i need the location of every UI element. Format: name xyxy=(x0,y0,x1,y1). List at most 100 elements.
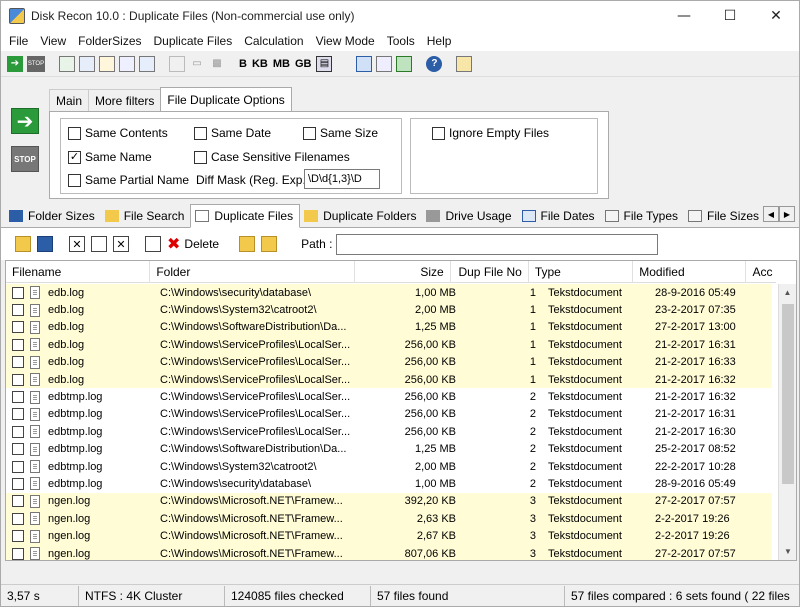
help-icon[interactable]: ? xyxy=(426,55,443,72)
stop-button[interactable]: STOP xyxy=(11,146,39,172)
table-row[interactable]: edb.log C:\Windows\System32\catroot2\ 2,00… xyxy=(6,301,772,319)
row-checkbox[interactable] xyxy=(12,286,24,299)
export-icon[interactable] xyxy=(59,55,75,72)
row-checkbox[interactable] xyxy=(12,460,24,473)
select-all-icon[interactable] xyxy=(91,236,107,252)
checkbox-box[interactable] xyxy=(68,173,81,187)
ignore-empty-checkbox[interactable]: Ignore Empty Files xyxy=(432,126,549,140)
column-type[interactable]: Type xyxy=(529,261,634,283)
table-row[interactable]: edbtmp.log C:\Windows\security\database\ 1… xyxy=(6,475,772,492)
column-modified[interactable]: Modified xyxy=(633,261,747,283)
auto-unit-icon[interactable]: ▤ xyxy=(316,55,333,72)
copy-files-icon[interactable] xyxy=(145,236,161,252)
column-filename[interactable]: Filename xyxy=(6,261,151,283)
open-folder-icon[interactable] xyxy=(15,236,31,252)
column-size[interactable]: Size xyxy=(355,261,451,283)
checkbox-box[interactable] xyxy=(194,150,207,164)
checkbox-box[interactable] xyxy=(194,126,207,140)
scroll-right-icon[interactable]: ▶ xyxy=(779,206,795,222)
table-row[interactable]: edb.log C:\Windows\ServiceProfiles\LocalS… xyxy=(6,370,772,389)
delete-button[interactable]: ✖ Delete xyxy=(167,234,219,254)
checkbox-box[interactable]: ✓ xyxy=(68,150,81,164)
case-sensitive-checkbox[interactable]: Case Sensitive Filenames xyxy=(194,150,350,164)
tab-drive-usage[interactable]: Drive Usage xyxy=(422,205,517,227)
menu-tools[interactable]: Tools xyxy=(381,34,421,48)
same-size-checkbox[interactable]: Same Size xyxy=(303,126,378,140)
row-checkbox[interactable] xyxy=(12,321,24,334)
menu-view-mode[interactable]: View Mode xyxy=(310,34,381,48)
table-row[interactable]: ngen.log C:\Windows\Microsoft.NET\Framew.… xyxy=(6,544,772,560)
table-row[interactable]: edb.log C:\Windows\ServiceProfiles\LocalS… xyxy=(6,353,772,371)
tab-file-types[interactable]: File Types xyxy=(601,205,684,227)
export-html-icon[interactable] xyxy=(79,55,95,72)
table-row[interactable]: edbtmp.log C:\Windows\ServiceProfiles\Loc… xyxy=(6,406,772,423)
menu-view[interactable]: View xyxy=(34,34,72,48)
same-date-checkbox[interactable]: Same Date xyxy=(194,126,271,140)
column-accessed[interactable]: Acc xyxy=(746,261,776,283)
column-folder[interactable]: Folder xyxy=(150,261,355,283)
tab-file-dates[interactable]: File Dates xyxy=(518,205,601,227)
export-text-icon[interactable] xyxy=(99,55,115,72)
menu-file[interactable]: File xyxy=(3,34,34,48)
table-row[interactable]: edb.log C:\Windows\security\database\ 1,00… xyxy=(6,284,772,302)
menu-duplicate-files[interactable]: Duplicate Files xyxy=(148,34,239,48)
same-partial-name-checkbox[interactable]: Same Partial Name xyxy=(68,173,189,187)
tab-duplicate-folders[interactable]: Duplicate Folders xyxy=(300,205,422,227)
vertical-scrollbar[interactable]: ▲ ▼ xyxy=(778,284,796,560)
row-checkbox[interactable] xyxy=(12,373,24,386)
start-icon[interactable]: ➔ xyxy=(7,55,23,72)
tab-file-duplicate-options[interactable]: File Duplicate Options xyxy=(160,87,292,111)
row-checkbox[interactable] xyxy=(12,512,24,525)
row-checkbox[interactable] xyxy=(12,338,24,351)
scroll-thumb[interactable] xyxy=(782,304,794,484)
select-duplicates-icon[interactable]: ✕ xyxy=(69,236,85,252)
tab-more-filters[interactable]: More filters xyxy=(88,89,162,111)
table-row[interactable]: edbtmp.log C:\Windows\ServiceProfiles\Loc… xyxy=(6,388,772,405)
tab-duplicate-files[interactable]: Duplicate Files xyxy=(190,204,301,228)
same-name-checkbox[interactable]: ✓ Same Name xyxy=(68,150,152,164)
table-row[interactable]: edbtmp.log C:\Windows\System32\catroot2\ 2… xyxy=(6,458,772,475)
unit-kb-button[interactable]: KB xyxy=(252,58,268,70)
title-bar[interactable]: Disk Recon 10.0 : Duplicate Files (Non-c… xyxy=(1,1,799,31)
row-checkbox[interactable] xyxy=(12,391,24,404)
go-arrow-icon[interactable]: ➔ xyxy=(11,108,39,134)
export-csv-icon[interactable] xyxy=(119,55,135,72)
minimize-icon[interactable]: — xyxy=(661,1,707,31)
table-row[interactable]: edb.log C:\Windows\ServiceProfiles\LocalS… xyxy=(6,336,772,354)
column-dup-file-no[interactable]: Dup File No xyxy=(451,261,529,283)
move-files-icon[interactable] xyxy=(239,236,256,252)
row-checkbox[interactable] xyxy=(12,495,24,508)
export-xml-icon[interactable] xyxy=(139,55,155,72)
table-row[interactable]: edbtmp.log C:\Windows\ServiceProfiles\Loc… xyxy=(6,423,772,440)
path-input[interactable] xyxy=(336,233,659,255)
row-checkbox[interactable] xyxy=(12,477,24,490)
checkbox-box[interactable] xyxy=(432,126,445,140)
stop-icon[interactable]: STOP xyxy=(27,55,45,72)
table-row[interactable]: ngen.log C:\Windows\Microsoft.NET\Framew.… xyxy=(6,510,772,528)
menu-foldersizes[interactable]: FolderSizes xyxy=(72,34,147,48)
unit-mb-button[interactable]: MB xyxy=(273,58,290,70)
row-checkbox[interactable] xyxy=(12,408,24,421)
tab-file-sizes[interactable]: File Sizes xyxy=(684,205,765,227)
scroll-up-icon[interactable]: ▲ xyxy=(779,284,796,301)
scroll-left-icon[interactable]: ◀ xyxy=(763,206,779,222)
maximize-icon[interactable]: ☐ xyxy=(707,1,753,31)
image-icon[interactable] xyxy=(396,55,413,72)
row-checkbox[interactable] xyxy=(12,547,24,560)
row-checkbox[interactable] xyxy=(12,530,24,543)
row-checkbox[interactable] xyxy=(12,425,24,438)
scroll-down-icon[interactable]: ▼ xyxy=(779,543,796,560)
table-row[interactable]: ngen.log C:\Windows\Microsoft.NET\Framew.… xyxy=(6,492,772,511)
layout-icon[interactable] xyxy=(356,55,373,72)
table-row[interactable]: ngen.log C:\Windows\Microsoft.NET\Framew.… xyxy=(6,527,772,545)
close-icon[interactable]: ✕ xyxy=(753,1,799,31)
copy-icon[interactable] xyxy=(169,55,185,72)
link-files-icon[interactable] xyxy=(261,236,278,252)
save-icon[interactable] xyxy=(37,236,53,252)
row-checkbox[interactable] xyxy=(12,304,24,317)
row-checkbox[interactable] xyxy=(12,356,24,369)
table-row[interactable]: edb.log C:\Windows\SoftwareDistribution\D… xyxy=(6,318,772,337)
row-checkbox[interactable] xyxy=(12,443,24,456)
deselect-icon[interactable]: ✕ xyxy=(113,236,129,252)
link-icon[interactable]: ▭ xyxy=(189,56,205,72)
